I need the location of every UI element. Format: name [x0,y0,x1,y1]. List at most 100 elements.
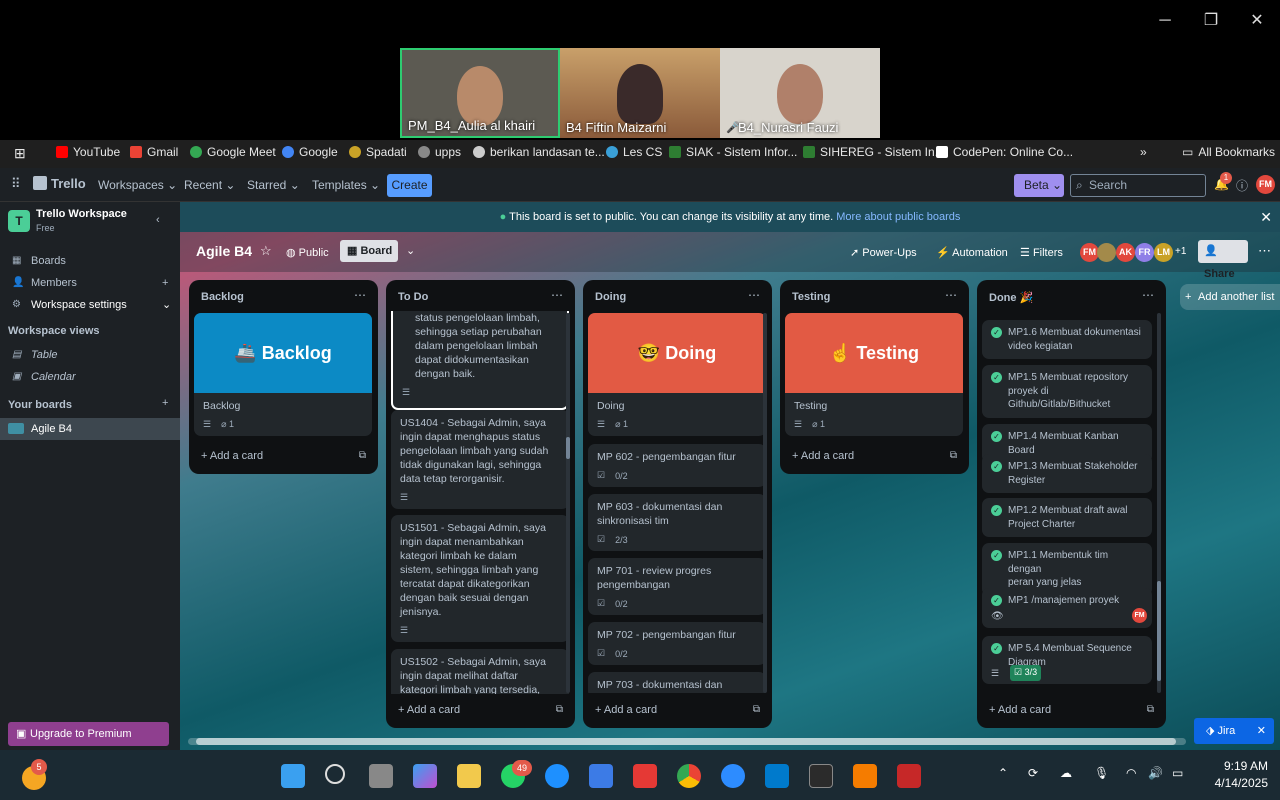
star-icon[interactable]: ☆ [260,243,272,259]
video-tile-2[interactable]: B4 Fiftin Maizarni [560,48,720,138]
recent-menu[interactable]: Recent ⌄ [184,178,235,192]
onedrive-icon[interactable]: ☁ [1060,766,1072,780]
beta-button[interactable]: Beta ⌄ [1014,174,1064,197]
more-members[interactable]: +1 [1175,246,1186,257]
user-avatar[interactable]: FM [1256,175,1275,194]
store-icon[interactable] [589,764,613,788]
system-clock[interactable]: 9:19 AM 4/14/2025 [1215,758,1268,792]
sidebar-item-boards[interactable]: ▦ Boards [0,250,180,272]
sidebar-item-members[interactable]: 👤 Members + [0,272,180,294]
more-bookmarks-icon[interactable]: » [1140,145,1147,159]
member-avatar[interactable]: AK [1116,243,1135,262]
card-done[interactable]: ✓ MP1.6 Membuat dokumentasi video kegiata… [982,320,1152,359]
card-done[interactable]: ✓ MP1.2 Membuat draft awal Project Charte… [982,498,1152,537]
video-tile-3[interactable]: B4_Nurasri Fauzi 🎤 [720,48,880,138]
copilot-icon[interactable] [413,764,437,788]
help-icon[interactable]: ⓘ [1236,177,1248,194]
list-title[interactable]: Testing [792,291,830,303]
visibility-button[interactable]: ◍ Public [286,246,329,259]
board-horizontal-scrollbar[interactable] [188,738,1186,745]
list-menu-icon[interactable]: ⋯ [945,288,957,302]
list-menu-icon[interactable]: ⋯ [354,288,366,302]
card-todo[interactable]: status pengelolaan limbah, sehingga seti… [391,311,569,410]
sidebar-item-calendar[interactable]: ▣ Calendar [0,366,180,388]
add-board-icon[interactable]: + [162,397,168,409]
create-from-template-icon[interactable]: ⧉ [359,450,366,461]
upgrade-premium-button[interactable]: ▣ Upgrade to Premium [8,722,169,746]
sidebar-item-agile-b4[interactable]: Agile B4 [0,418,180,440]
list-title[interactable]: Doing [595,291,626,303]
card-doing[interactable]: MP 703 - dokumentasi dan [588,672,766,693]
sidebar-item-table[interactable]: ▤ Table [0,344,180,366]
bookmark-les-cs[interactable]: Les CS [606,145,662,159]
card-backlog[interactable]: 🚢 Backlog Backlog ☰ ⌀ 1 [194,313,372,436]
bookmark-google-meet[interactable]: Google Meet [190,145,276,159]
vscode-icon[interactable] [765,764,789,788]
templates-menu[interactable]: Templates ⌄ [312,178,380,192]
volume-icon[interactable]: 🔊 [1148,766,1163,780]
collapse-sidebar-icon[interactable]: ‹ [156,214,160,226]
bookmark-codepen[interactable]: CodePen: Online Co... [936,145,1073,159]
bookmark-upps[interactable]: upps [418,145,461,159]
board-view-button[interactable]: ▦ Board [340,240,398,262]
add-card-button[interactable]: + Add a card [792,450,854,462]
list-title[interactable]: Done 🎉 [989,291,1033,304]
automation-button[interactable]: ⚡ Automation [936,246,1008,259]
card-testing[interactable]: ☝ Testing Testing ☰ ⌀ 1 [785,313,963,436]
trello-logo[interactable]: Trello [33,176,86,191]
edge-icon[interactable] [545,764,569,788]
list-title[interactable]: Backlog [201,291,244,303]
starred-menu[interactable]: Starred ⌄ [247,178,300,192]
file-explorer-icon[interactable] [457,764,481,788]
create-from-template-icon[interactable]: ⧉ [753,704,760,715]
app-icon[interactable] [897,764,921,788]
add-card-button[interactable]: + Add a card [201,450,263,462]
close-banner-icon[interactable]: ✕ [1260,202,1272,232]
card-done[interactable]: ✓ MP1.5 Membuat repository proyek di Gith… [982,365,1152,418]
list-menu-icon[interactable]: ⋯ [1142,288,1154,302]
filters-button[interactable]: ☰ Filters [1020,246,1063,259]
xampp-icon[interactable] [853,764,877,788]
all-bookmarks[interactable]: ▭ All Bookmarks [1182,145,1275,159]
wps-icon[interactable] [633,764,657,788]
board-title[interactable]: Agile B4 [196,243,252,259]
bookmark-siak[interactable]: SIAK - Sistem Infor... [669,145,797,159]
sidebar-item-workspace-settings[interactable]: ⚙ Workspace settings ⌄ [0,294,180,316]
bookmark-google[interactable]: Google [282,145,338,159]
minimize-icon[interactable]: ─ [1150,8,1180,34]
search-input[interactable]: ⌕ Search [1070,174,1206,197]
card-todo[interactable]: US1502 - Sebagai Admin, saya ingin dapat… [391,649,569,694]
create-from-template-icon[interactable]: ⧉ [1147,704,1154,715]
list-title[interactable]: To Do [398,291,428,303]
bookmark-youtube[interactable]: YouTube [56,145,120,159]
zoom-icon[interactable] [721,764,745,788]
create-button[interactable]: Create [387,174,432,197]
card-done[interactable]: ✓ MP 5.4 Membuat Sequence Diagram ☰ ☑ 3/3 [982,636,1152,684]
battery-icon[interactable]: ▭ [1172,766,1183,780]
list-menu-icon[interactable]: ⋯ [748,288,760,302]
list-scrollbar[interactable] [1157,313,1161,693]
member-avatar[interactable]: FR [1135,243,1154,262]
add-card-button[interactable]: + Add a card [398,704,460,716]
sync-icon[interactable]: ⟳ [1028,766,1038,780]
bookmark-sihereg[interactable]: SIHEREG - Sistem In... [803,145,945,159]
member-avatar-photo[interactable] [1097,243,1116,262]
card-doing[interactable]: MP 702 - pengembangan fitur ☑ 0/2 [588,622,766,665]
card-todo[interactable]: US1501 - Sebagai Admin, saya ingin dapat… [391,515,569,642]
card-doing[interactable]: MP 602 - pengembangan fitur ☑ 0/2 [588,444,766,487]
bookmark-gmail[interactable]: Gmail [130,145,178,159]
list-menu-icon[interactable]: ⋯ [551,288,563,302]
chrome-icon[interactable] [677,764,701,788]
bookmark-spadati[interactable]: Spadati [349,145,407,159]
windows-start-icon[interactable] [281,764,305,788]
workspace-name[interactable]: Trello Workspace [36,208,127,220]
app-switcher-icon[interactable]: ⠿ [11,176,21,192]
card-doing[interactable]: 🤓 Doing Doing ☰ ⌀ 1 [588,313,766,436]
close-jira-icon[interactable]: ✕ [1257,718,1266,744]
list-scrollbar[interactable] [763,313,767,693]
create-from-template-icon[interactable]: ⧉ [556,704,563,715]
search-icon[interactable] [325,764,345,784]
video-tile-1[interactable]: PM_B4_Aulia al khairi [400,48,560,138]
apps-grid-icon[interactable]: ⊞ [14,145,26,162]
list-scrollbar[interactable] [566,313,570,693]
